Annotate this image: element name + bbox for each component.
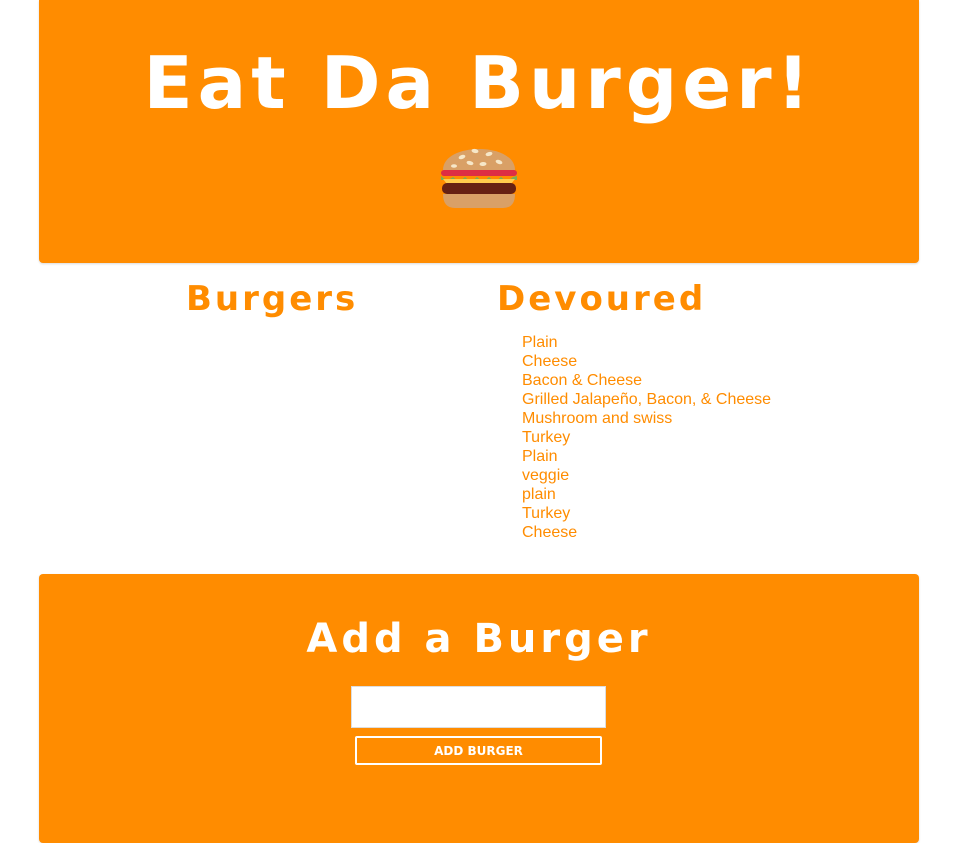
devoured-burger-item: Grilled Jalapeño, Bacon, & Cheese	[522, 391, 772, 408]
devoured-burger-item: Plain	[522, 448, 558, 465]
devoured-burger-item: Bacon & Cheese	[522, 372, 643, 389]
devoured-burger-item: Cheese	[522, 524, 578, 541]
devoured-burger-item: plain	[522, 486, 556, 503]
devoured-burger-item: Cheese	[522, 353, 578, 370]
hamburger-icon	[437, 132, 521, 216]
devoured-burger-item: veggie	[522, 467, 570, 484]
devoured-burger-item: Turkey	[522, 505, 571, 522]
add-burger-button[interactable]: Add Burger	[355, 736, 602, 765]
burgers-column-title: Burgers	[186, 279, 359, 319]
burger-name-input[interactable]	[351, 686, 606, 728]
devoured-burger-item: Plain	[522, 334, 558, 351]
devoured-list: Plain Cheese Bacon & Cheese Grilled Jalapeñ…	[522, 333, 771, 542]
header-banner: Eat Da Burger!	[39, 0, 919, 263]
add-burger-panel: Add a Burger Add Burger	[39, 574, 919, 843]
site-title: Eat Da Burger!	[143, 41, 815, 125]
devoured-burger-item: Mushroom and swiss	[522, 410, 673, 427]
devoured-burger-item: Turkey	[522, 429, 571, 446]
devoured-column-title: Devoured	[497, 279, 707, 319]
add-burger-title: Add a Burger	[306, 616, 652, 662]
